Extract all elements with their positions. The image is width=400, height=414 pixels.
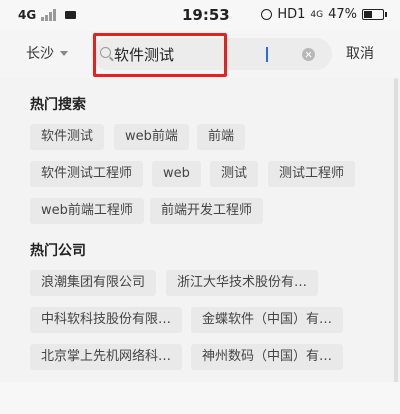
hot-search-tag[interactable]: 前端 — [197, 124, 246, 150]
cancel-button[interactable]: 取消 — [346, 43, 374, 63]
hot-search-tag[interactable]: web — [152, 161, 201, 187]
signal-icon — [41, 9, 57, 21]
network-type-2: 4G — [310, 9, 324, 20]
hd-label: HD1 — [277, 7, 306, 22]
chevron-down-icon — [60, 50, 68, 56]
battery-percent: 47% — [328, 7, 357, 22]
hot-search-tag[interactable]: web前端 — [114, 124, 189, 150]
hot-search-title: 热门搜索 — [30, 97, 86, 113]
status-time: 19:53 — [182, 6, 230, 24]
hot-company-tag[interactable]: 北京掌上先机网络科… — [30, 344, 183, 370]
highlight-annotation — [93, 33, 227, 77]
hot-company-title: 热门公司 — [30, 243, 86, 259]
clear-icon[interactable] — [302, 48, 315, 61]
text-cursor — [266, 47, 268, 62]
battery-fill — [364, 11, 373, 18]
hot-search-tag[interactable]: 测试 — [210, 161, 259, 187]
network-type: 4G — [18, 8, 37, 22]
hot-search-tag[interactable]: 测试工程师 — [268, 161, 356, 187]
hot-company-tag[interactable]: 中科软科技股份有限… — [30, 307, 183, 333]
hot-company-tag[interactable]: 浪潮集团有限公司 — [30, 270, 157, 296]
scrollbar[interactable] — [394, 78, 398, 388]
bottom-area — [0, 382, 400, 414]
hot-search-tag[interactable]: 软件测试工程师 — [30, 161, 144, 187]
alarm-icon — [261, 9, 273, 20]
hot-company-tag[interactable]: 神州数码（中国）有… — [191, 344, 344, 370]
hot-company-tag[interactable]: 浙江大华技术股份有… — [166, 270, 319, 296]
hot-search-tag[interactable]: web前端工程师 — [30, 198, 144, 224]
city-label: 长沙 — [26, 46, 54, 62]
city-selector[interactable]: 长沙 — [26, 43, 68, 63]
status-left: 4G — [18, 8, 77, 22]
hot-search-tag[interactable]: 软件测试 — [30, 124, 105, 150]
status-bar: 4G 19:53 HD1 4G 47% — [0, 0, 400, 30]
hot-company-tag[interactable]: 金蝶软件（中国）有… — [191, 307, 344, 333]
hot-search-tag[interactable]: 前端开发工程师 — [150, 198, 264, 224]
battery-icon — [362, 9, 387, 20]
status-right: HD1 4G 47% — [261, 7, 387, 22]
video-icon — [65, 11, 77, 19]
